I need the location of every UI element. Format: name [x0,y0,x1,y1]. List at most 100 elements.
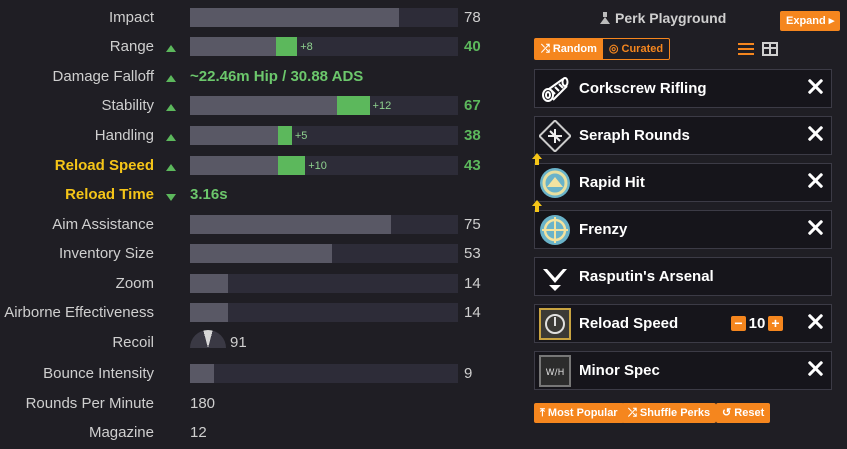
stat-bar [190,244,458,263]
stat-row-reload-time: Reload Time 3.16s [0,185,520,207]
stat-label: Bounce Intensity [43,365,154,382]
stat-value: 14 [464,275,481,292]
perk-name: Minor Spec [579,362,660,379]
stat-bar [190,8,458,27]
stat-bar-fill [190,274,228,293]
stat-row-reload-speed: Reload Speed +10 43 [0,156,520,178]
stat-row-rounds-per-minute: Rounds Per Minute 180 [0,394,520,416]
recoil-value: 91 [230,334,247,351]
grid-view-icon[interactable] [762,42,778,56]
stepper-value: 10 [748,315,766,332]
close-icon[interactable] [807,360,823,376]
stat-row-aim-assistance: Aim Assistance 75 [0,215,520,237]
stat-bar: +12 [190,96,458,115]
stat-value: 43 [464,157,481,174]
flask-icon [600,12,610,24]
perk-name: Rasputin's Arsenal [579,268,714,285]
perk-row-seraph-rounds[interactable]: Seraph Rounds [534,116,832,155]
stat-value: 75 [464,216,481,233]
svg-text:W/H: W/H [546,368,565,378]
stat-bar-fill [190,303,228,322]
stat-bar-fill [190,156,279,175]
stat-text-value: 3.16s [190,186,228,203]
enhanced-arrow-icon [532,153,542,167]
perk-name: Seraph Rounds [579,127,690,144]
stat-value: 67 [464,97,481,114]
perk-row-minor-spec[interactable]: W/H Minor Spec [534,351,832,390]
stat-row-range: Range +8 40 [0,37,520,59]
stat-up-icon [166,134,176,141]
stat-label: Airborne Effectiveness [4,304,154,321]
perk-row-corkscrew-rifling[interactable]: Corkscrew Rifling [534,69,832,108]
perk-row-reload-speed[interactable]: Reload Speed −10 + [534,304,832,343]
list-view-icon[interactable] [738,43,754,57]
magazine-icon [538,119,572,153]
stat-bar-bonus [278,126,292,145]
stat-bar-fill [190,37,276,56]
stat-bar-fill [190,364,215,383]
random-button[interactable]: ⤮ Random [535,39,603,59]
decrement-button[interactable]: − [731,316,746,331]
perk-row-rasputin-s-arsenal[interactable]: Rasputin's Arsenal [534,257,832,296]
perk-name: Rapid Hit [579,174,645,191]
stat-label: Recoil [112,334,154,351]
most-popular-button[interactable]: ⤒ Most Popular [534,403,624,423]
stat-label: Range [109,38,154,55]
barrel-icon [539,73,571,105]
expand-button[interactable]: Expand ▸ [780,11,841,31]
close-icon[interactable] [807,219,823,235]
recoil-gauge-icon [190,330,226,348]
stat-value: 9 [464,365,473,382]
stat-bonus-label: +8 [300,41,313,53]
stat-bar-fill [190,8,400,27]
stat-bar [190,303,458,322]
shuffle-perks-button[interactable]: ⤮ Shuffle Perks [622,403,717,423]
stat-row-inventory-size: Inventory Size 53 [0,244,520,266]
close-icon[interactable] [807,172,823,188]
stat-label: Reload Speed [54,157,154,174]
reload-masterwork-icon [539,308,571,340]
close-icon[interactable] [807,313,823,329]
curated-button[interactable]: ◎ Curated [603,39,669,59]
frenzy-icon [539,214,571,246]
stat-bar [190,364,458,383]
stat-row-zoom: Zoom 14 [0,274,520,296]
stat-up-icon [166,164,176,171]
perk-name: Corkscrew Rifling [579,80,707,97]
perk-name: Frenzy [579,221,628,238]
stat-value: 78 [464,9,481,26]
stat-value: 40 [464,38,481,55]
stat-bar: +8 [190,37,458,56]
stat-bar-bonus [275,37,298,56]
stat-up-icon [166,75,176,82]
increment-button[interactable]: + [768,316,783,331]
stat-row-stability: Stability +12 67 [0,96,520,118]
stat-bonus-label: +12 [372,100,392,112]
perk-row-rapid-hit[interactable]: Rapid Hit [532,153,832,202]
stat-label: Damage Falloff [52,68,154,85]
stat-row-recoil: Recoil 91 [0,330,520,355]
stat-label: Inventory Size [58,245,154,262]
stat-row-damage-falloff: Damage Falloff ~22.46m Hip / 30.88 ADS [0,67,520,89]
reset-button[interactable]: ↺ Reset [716,403,771,423]
stat-label: Aim Assistance [52,216,154,233]
stat-up-icon [166,104,176,111]
stat-up-icon [166,45,176,52]
stat-bar-fill [190,126,279,145]
panel-title-text: Perk Playground [615,10,727,26]
stat-label: Impact [108,9,154,26]
stat-value: 38 [464,127,481,144]
perk-row-frenzy[interactable]: Frenzy [532,200,832,249]
stat-value: 14 [464,304,481,321]
stat-value: 53 [464,245,481,262]
close-icon[interactable] [807,78,823,94]
stat-down-icon [166,194,176,201]
stat-value: 12 [190,424,207,441]
stat-bar: +10 [190,156,458,175]
stat-row-impact: Impact 78 [0,8,520,30]
stat-label: Reload Time [65,186,154,203]
minor-spec-icon: W/H [539,355,571,387]
stat-bar [190,215,458,234]
close-icon[interactable] [807,125,823,141]
stat-label: Handling [94,127,154,144]
